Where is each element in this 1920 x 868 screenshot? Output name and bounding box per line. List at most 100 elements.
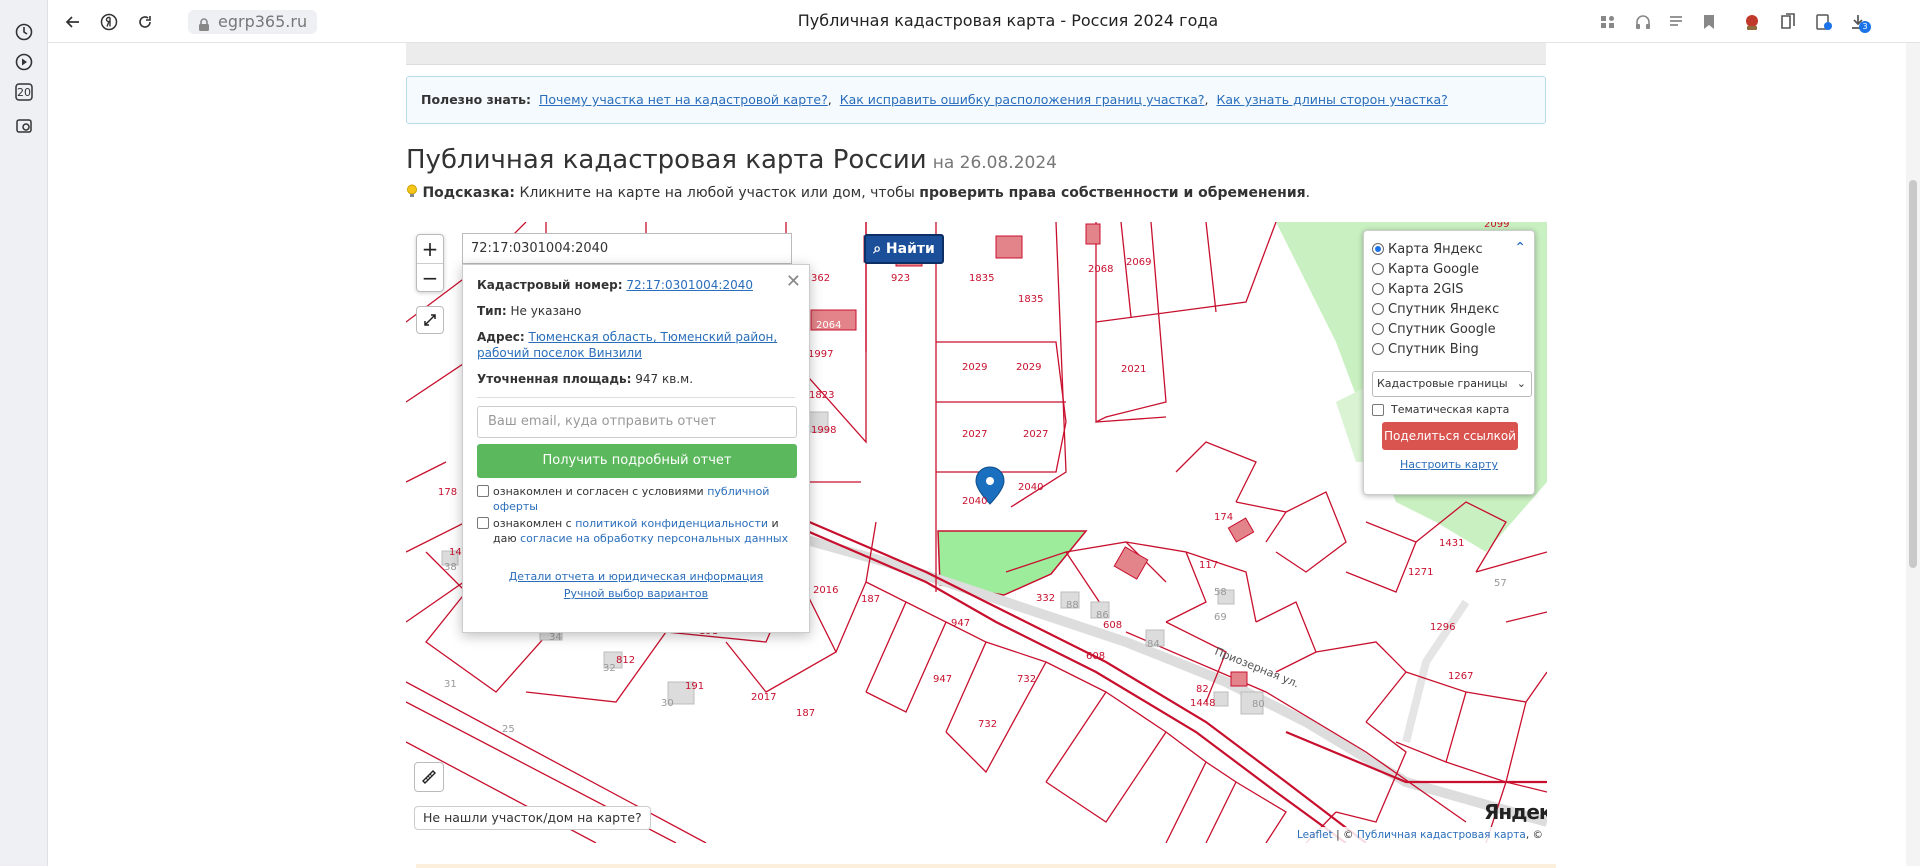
- svg-text:178: 178: [438, 487, 457, 498]
- svg-text:2027: 2027: [962, 429, 987, 440]
- history-icon[interactable]: [12, 20, 36, 44]
- play-icon[interactable]: [12, 50, 36, 74]
- bookmark-icon[interactable]: [1699, 12, 1719, 32]
- leaflet-link[interactable]: Leaflet: [1297, 829, 1333, 841]
- svg-text:1296: 1296: [1430, 622, 1455, 633]
- svg-text:38: 38: [444, 562, 457, 573]
- previous-section: [406, 43, 1546, 65]
- privacy-checkbox-row[interactable]: ознакомлен с политикой конфиденциальност…: [477, 516, 795, 546]
- profile-icon[interactable]: [1814, 12, 1834, 32]
- report-details-link[interactable]: Детали отчета и юридическая информация: [509, 570, 764, 583]
- browser-sidebar: 20: [0, 0, 48, 866]
- layer-option-sat-google[interactable]: Спутник Google: [1372, 319, 1526, 339]
- cadastral-search-input[interactable]: 72:17:0301004:2040: [462, 233, 792, 264]
- svg-text:1835: 1835: [1018, 294, 1043, 305]
- thematic-checkbox[interactable]: [1372, 403, 1384, 416]
- reload-icon[interactable]: [132, 9, 158, 35]
- cadastral-map[interactable]: 362 923 1835 1835 2068 2069 2064 1997 2029 2…: [406, 222, 1547, 843]
- privacy-checkbox[interactable]: [477, 517, 489, 529]
- reader-icon[interactable]: [1666, 12, 1686, 32]
- svg-text:2029: 2029: [1016, 362, 1041, 373]
- ruler-icon: [422, 770, 436, 784]
- svg-text:2040: 2040: [962, 496, 987, 507]
- collections-icon[interactable]: [1778, 12, 1798, 32]
- privacy-link[interactable]: политикой конфиденциальности: [575, 517, 768, 530]
- svg-text:2017: 2017: [751, 692, 776, 703]
- share-link-button[interactable]: Поделиться ссылкой: [1382, 422, 1518, 450]
- close-icon[interactable]: ✕: [786, 271, 801, 292]
- lock-icon: [198, 15, 210, 39]
- svg-text:732: 732: [978, 719, 997, 730]
- zoom-in-button[interactable]: +: [417, 235, 443, 263]
- find-button[interactable]: ⌕ Найти: [864, 234, 944, 264]
- svg-text:86: 86: [1096, 610, 1109, 621]
- tip-link-2[interactable]: Как исправить ошибку расположения границ…: [840, 92, 1205, 107]
- offer-checkbox[interactable]: [477, 485, 489, 497]
- page-scrollbar[interactable]: [1906, 43, 1920, 866]
- overlay-select[interactable]: Кадастровые границы ⌄: [1372, 371, 1532, 397]
- radio-button[interactable]: [1372, 243, 1384, 255]
- chevron-down-icon: ⌄: [1516, 377, 1526, 390]
- tip-link-1[interactable]: Почему участка нет на кадастровой карте?: [539, 92, 828, 107]
- extension-icon[interactable]: [1742, 12, 1762, 32]
- browser-toolbar: egrp365.ru Публичная кадастровая карта -…: [48, 0, 1920, 43]
- svg-text:1998: 1998: [811, 425, 836, 436]
- radio-button[interactable]: [1372, 263, 1384, 275]
- layer-option-google[interactable]: Карта Google: [1372, 259, 1526, 279]
- ruler-button[interactable]: [414, 762, 444, 792]
- thematic-map-toggle[interactable]: Тематическая карта: [1372, 403, 1526, 416]
- svg-text:1823: 1823: [809, 390, 834, 401]
- radio-button[interactable]: [1372, 343, 1384, 355]
- radio-button[interactable]: [1372, 303, 1384, 315]
- chevron-up-icon[interactable]: ⌃: [1514, 240, 1526, 256]
- fullscreen-button[interactable]: [416, 306, 444, 334]
- layer-option-2gis[interactable]: Карта 2GIS: [1372, 279, 1526, 299]
- address-bar[interactable]: egrp365.ru: [188, 10, 318, 34]
- tabs-icon[interactable]: [1598, 12, 1618, 32]
- svg-text:2040: 2040: [1018, 482, 1043, 493]
- layer-option-sat-bing[interactable]: Спутник Bing: [1372, 339, 1526, 359]
- downloads-badge: 3: [1859, 21, 1871, 33]
- scrollbar-thumb[interactable]: [1909, 180, 1917, 568]
- find-button-label: Найти: [885, 241, 935, 257]
- map-attribution: Leaflet | © Публичная кадастровая карта,…: [1292, 827, 1547, 843]
- get-report-button[interactable]: Получить подробный отчет: [477, 444, 797, 478]
- address-row: Адрес: Тюменская область, Тюменский райо…: [477, 330, 778, 360]
- configure-map-link[interactable]: Настроить карту: [1372, 458, 1526, 471]
- svg-text:117: 117: [1199, 560, 1218, 571]
- headphones-icon[interactable]: [1633, 12, 1653, 32]
- hint-bold: проверить права собственности и обремене…: [919, 185, 1306, 201]
- not-found-button[interactable]: Не нашли участок/дом на карте?: [414, 806, 651, 830]
- svg-text:174: 174: [1214, 512, 1233, 523]
- zoom-out-button[interactable]: −: [417, 263, 443, 291]
- manual-selection-link[interactable]: Ручной выбор вариантов: [564, 587, 708, 600]
- email-input[interactable]: Ваш email, куда отправить отчет: [477, 406, 797, 438]
- layer-option-sat-yandex[interactable]: Спутник Яндекс: [1372, 299, 1526, 319]
- svg-text:187: 187: [796, 708, 815, 719]
- radio-button[interactable]: [1372, 283, 1384, 295]
- offer-checkbox-row[interactable]: ознакомлен и согласен с условиями публич…: [477, 484, 795, 514]
- lightbulb-icon: [406, 184, 418, 201]
- pkk-link[interactable]: Публичная кадастровая карта: [1357, 829, 1526, 841]
- layer-option-yandex[interactable]: Карта Яндекс: [1372, 239, 1526, 259]
- svg-text:80: 80: [1252, 699, 1265, 710]
- svg-text:2099: 2099: [1484, 222, 1509, 230]
- screenshot-icon[interactable]: [12, 114, 36, 138]
- downloads-icon[interactable]: 3: [1848, 12, 1871, 33]
- counter-icon[interactable]: 20: [12, 80, 36, 104]
- type-row: Тип: Не указано: [477, 304, 582, 318]
- svg-text:362: 362: [811, 273, 830, 284]
- svg-text:2027: 2027: [1023, 429, 1048, 440]
- svg-text:923: 923: [891, 273, 910, 284]
- cad-number-link[interactable]: 72:17:0301004:2040: [626, 278, 753, 292]
- next-section: [416, 864, 1556, 868]
- useful-info-box: Полезно знать: Почему участка нет на кад…: [406, 76, 1546, 124]
- consent-link[interactable]: согласие на обработку персональных данны…: [520, 532, 788, 545]
- yandex-icon[interactable]: [96, 9, 122, 35]
- window-title: Публичная кадастровая карта - Россия 202…: [797, 11, 1219, 30]
- tip-link-3[interactable]: Как узнать длины сторон участка?: [1217, 92, 1448, 107]
- svg-text:32: 32: [603, 663, 616, 674]
- back-icon[interactable]: [60, 9, 86, 35]
- hint-label: Подсказка:: [422, 185, 516, 201]
- radio-button[interactable]: [1372, 323, 1384, 335]
